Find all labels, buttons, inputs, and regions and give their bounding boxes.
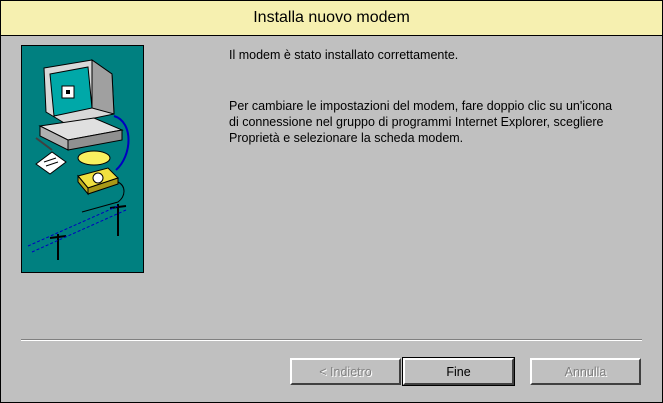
computer-modem-illustration — [21, 45, 144, 273]
computer-phone-icon — [27, 59, 130, 260]
button-separator — [21, 339, 642, 341]
window-title: Installa nuovo modem — [253, 9, 410, 26]
dialog-content: Il modem è stato installato correttament… — [1, 36, 662, 402]
cancel-button[interactable]: Annulla — [530, 358, 641, 385]
back-button[interactable]: < Indietro — [290, 358, 401, 385]
success-message: Il modem è stato installato correttament… — [229, 48, 459, 62]
instructions-text: Per cambiare le impostazioni del modem, … — [229, 99, 613, 145]
finish-button[interactable]: Fine — [402, 357, 515, 386]
modem-wizard-dialog: Installa nuovo modem Il modem è stato in… — [0, 0, 663, 403]
title-bar: Installa nuovo modem — [1, 1, 662, 36]
